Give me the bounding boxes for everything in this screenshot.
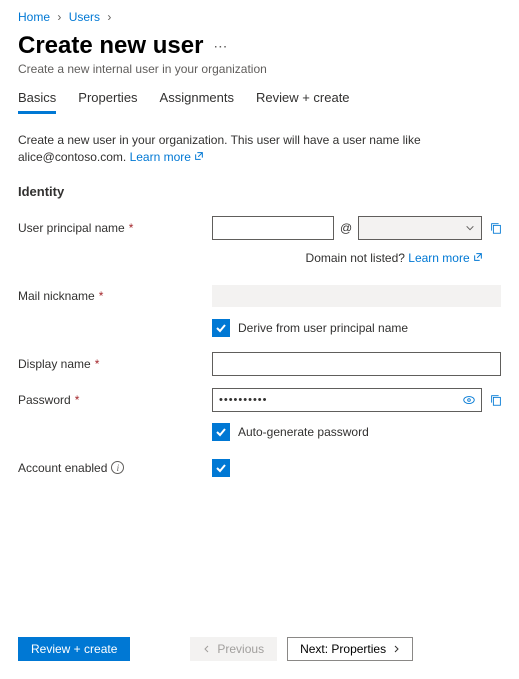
password-value: •••••••••• xyxy=(219,394,268,406)
next-button[interactable]: Next: Properties xyxy=(287,637,413,661)
chevron-down-icon xyxy=(465,223,475,233)
display-name-input[interactable] xyxy=(212,352,501,376)
external-link-icon xyxy=(473,252,483,262)
tab-assignments[interactable]: Assignments xyxy=(160,90,234,114)
derive-label: Derive from user principal name xyxy=(238,321,408,335)
info-icon[interactable]: i xyxy=(111,461,124,474)
review-create-button[interactable]: Review + create xyxy=(18,637,130,661)
password-label: Password* xyxy=(18,393,212,407)
previous-button: Previous xyxy=(190,637,277,661)
copy-icon[interactable] xyxy=(488,392,504,408)
chevron-right-icon: › xyxy=(53,10,65,24)
page-description: Create a new user in your organization. … xyxy=(18,132,501,166)
tab-properties[interactable]: Properties xyxy=(78,90,137,114)
domain-hint: Domain not listed? Learn more xyxy=(306,251,483,265)
nickname-input xyxy=(212,285,501,307)
at-symbol: @ xyxy=(340,221,352,235)
upn-label: User principal name* xyxy=(18,221,212,235)
copy-icon[interactable] xyxy=(488,220,504,236)
derive-checkbox[interactable] xyxy=(212,319,230,337)
autogen-password-checkbox[interactable] xyxy=(212,423,230,441)
domain-learn-more-link[interactable]: Learn more xyxy=(408,251,469,265)
page-title: Create new user xyxy=(18,32,203,60)
learn-more-link[interactable]: Learn more xyxy=(130,150,191,164)
tab-basics[interactable]: Basics xyxy=(18,90,56,114)
chevron-right-icon: › xyxy=(103,10,115,24)
display-name-label: Display name* xyxy=(18,357,212,371)
more-icon[interactable]: ⋯ xyxy=(213,38,227,55)
page-subtitle: Create a new internal user in your organ… xyxy=(18,62,501,76)
upn-input[interactable] xyxy=(212,216,334,240)
show-password-icon[interactable] xyxy=(461,392,477,408)
breadcrumb-home[interactable]: Home xyxy=(18,10,50,24)
autogen-label: Auto-generate password xyxy=(238,425,369,439)
footer-bar: Review + create Previous Next: Propertie… xyxy=(18,637,501,661)
tabs: Basics Properties Assignments Review + c… xyxy=(18,90,501,114)
chevron-right-icon xyxy=(392,645,400,653)
nickname-label: Mail nickname* xyxy=(18,289,212,303)
account-enabled-label: Account enabled i xyxy=(18,461,212,475)
chevron-left-icon xyxy=(203,645,211,653)
breadcrumb-users[interactable]: Users xyxy=(69,10,100,24)
tab-review[interactable]: Review + create xyxy=(256,90,350,114)
domain-select[interactable] xyxy=(358,216,482,240)
identity-heading: Identity xyxy=(18,184,501,199)
account-enabled-checkbox[interactable] xyxy=(212,459,230,477)
password-input[interactable]: •••••••••• xyxy=(212,388,482,412)
external-link-icon xyxy=(194,151,204,161)
breadcrumb: Home › Users › xyxy=(18,10,501,24)
